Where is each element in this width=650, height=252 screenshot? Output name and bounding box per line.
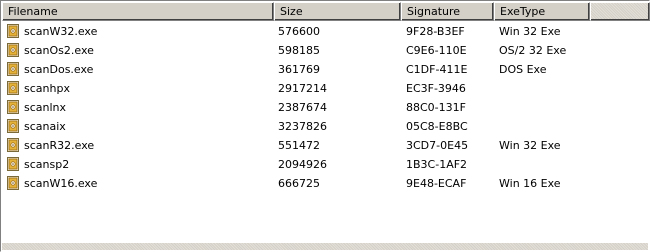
size-cell: 551472 [278,139,320,152]
signature-cell: C1DF-411E [406,63,468,76]
size-cell: 2387674 [278,101,327,114]
exe-file-icon [6,100,20,114]
exetype-cell: DOS Exe [499,63,547,76]
horizontal-scroll-area [2,243,648,250]
signature-cell: 9E48-ECAF [406,177,467,190]
size-cell: 2917214 [278,82,327,95]
column-header-filler [590,2,650,21]
list-item[interactable]: scanaix 3237826 05C8-E8BC [2,117,648,136]
list-item[interactable]: scanOs2.exe 598185 C9E6-110E OS/2 32 Exe [2,41,648,60]
signature-cell: 05C8-E8BC [406,120,468,133]
column-header-filename[interactable]: Filename [2,2,274,21]
list-item[interactable]: scansp2 2094926 1B3C-1AF2 [2,155,648,174]
exe-file-icon [6,138,20,152]
exe-file-icon [6,43,20,57]
filename-cell: scanOs2.exe [24,44,94,57]
exe-file-icon [6,176,20,190]
filename-cell: scanDos.exe [24,63,94,76]
exe-file-icon [6,157,20,171]
list-item[interactable]: scanW16.exe 666725 9E48-ECAF Win 16 Exe [2,174,648,193]
column-header-signature[interactable]: Signature [401,2,494,21]
exetype-cell: Win 32 Exe [499,25,561,38]
list-item[interactable]: scanR32.exe 551472 3CD7-0E45 Win 32 Exe [2,136,648,155]
size-cell: 576600 [278,25,320,38]
exe-file-icon [6,62,20,76]
exe-file-icon [6,81,20,95]
signature-cell: 9F28-B3EF [406,25,465,38]
filename-cell: scanlnx [24,101,67,114]
column-header-exetype[interactable]: ExeType [494,2,590,21]
size-cell: 666725 [278,177,320,190]
signature-cell: 88C0-131F [406,101,466,114]
exetype-cell: OS/2 32 Exe [499,44,567,57]
exe-file-icon [6,119,20,133]
filename-cell: scanW16.exe [24,177,98,190]
exe-file-icon [6,24,20,38]
signature-cell: EC3F-3946 [406,82,466,95]
size-cell: 2094926 [278,158,327,171]
filename-cell: scanW32.exe [24,25,98,38]
filename-cell: scanhpx [24,82,70,95]
list-item[interactable]: scanW32.exe 576600 9F28-B3EF Win 32 Exe [2,22,648,41]
exetype-cell: Win 16 Exe [499,177,561,190]
signature-cell: 3CD7-0E45 [406,139,469,152]
exetype-cell: Win 32 Exe [499,139,561,152]
list-rows: scanW32.exe 576600 9F28-B3EF Win 32 Exe … [2,22,648,193]
size-cell: 3237826 [278,120,327,133]
signature-cell: 1B3C-1AF2 [406,158,468,171]
column-header-size[interactable]: Size [274,2,401,21]
list-header: Filename Size Signature ExeType [2,2,650,21]
file-list-view[interactable]: Filename Size Signature ExeType scanW32.… [0,0,650,252]
signature-cell: C9E6-110E [406,44,467,57]
list-item[interactable]: scanlnx 2387674 88C0-131F [2,98,648,117]
size-cell: 598185 [278,44,320,57]
list-item[interactable]: scanDos.exe 361769 C1DF-411E DOS Exe [2,60,648,79]
filename-cell: scanaix [24,120,66,133]
filename-cell: scanR32.exe [24,139,95,152]
filename-cell: scansp2 [24,158,70,171]
list-item[interactable]: scanhpx 2917214 EC3F-3946 [2,79,648,98]
size-cell: 361769 [278,63,320,76]
